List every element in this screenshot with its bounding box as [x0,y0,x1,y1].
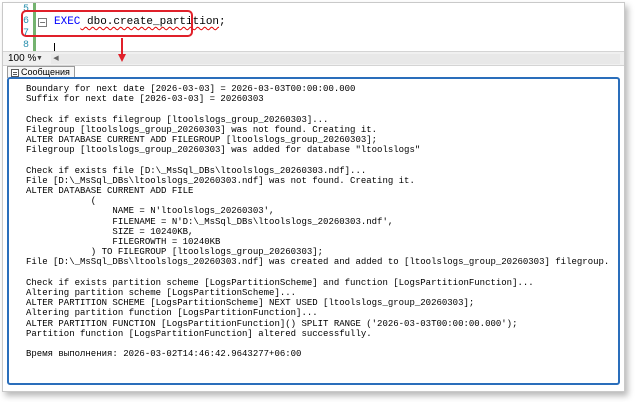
message-line [26,104,609,114]
messages-icon [11,68,19,77]
line-number: 8 [22,40,29,51]
query-editor[interactable]: 5 6 7 8 − EXEC dbo.create_partition; [3,3,624,51]
message-line [26,155,609,165]
message-line: Filegroup [ltoolslogs_group_20260303] wa… [26,124,378,135]
message-line: ALTER PARTITION FUNCTION [LogsPartitionF… [26,318,518,329]
text-cursor [54,43,55,51]
messages-output: Boundary for next date [2026-03-03] = 20… [26,84,609,359]
message-line: ALTER DATABASE CURRENT ADD FILEGROUP [lt… [26,135,378,146]
message-line: File [D:\_MsSql_DBs\ltoolslogs_20260303.… [26,257,610,268]
editor-status-strip: 100 % ▼ ◀ [3,51,624,66]
message-line: Altering partition scheme [LogsPartition… [26,288,297,299]
message-line: Check if exists file [D:\_MsSql_DBs\ltoo… [26,165,367,176]
message-line [26,268,609,278]
message-line: FILEGROWTH = 10240KB [26,237,221,248]
message-line: NAME = N'ltoolslogs_20260303', [26,206,275,217]
horizontal-scrollbar[interactable]: ◀ [51,54,620,64]
message-line: Altering partition function [LogsPartiti… [26,308,318,319]
highlight-box-exec [21,10,193,37]
message-line: SIZE = 10240KB, [26,226,194,237]
message-line: FILENAME = N'D:\_MsSql_DBs\ltoolslogs_20… [26,216,394,227]
ssms-query-window: 5 6 7 8 − EXEC dbo.create_partition; 100… [2,2,625,392]
zoom-level[interactable]: 100 % [8,53,36,64]
message-line [26,339,609,349]
message-line: ALTER PARTITION SCHEME [LogsPartitionSch… [26,298,475,309]
message-line: Partition function [LogsPartitionFunctio… [26,328,372,339]
message-line: Время выполнения: 2026-03-02T14:46:42.96… [26,349,302,360]
scroll-left-icon[interactable]: ◀ [51,54,61,64]
message-line: Filegroup [ltoolslogs_group_20260303] wa… [26,145,421,156]
message-line: Boundary for next date [2026-03-03] = 20… [26,84,356,94]
message-line: File [D:\_MsSql_DBs\ltoolslogs_20260303.… [26,175,415,186]
message-line: ( [26,196,97,207]
messages-pane[interactable]: Boundary for next date [2026-03-03] = 20… [7,77,620,385]
message-line: Suffix for next date [2026-03-03] = 2026… [26,94,264,105]
message-line: ) TO FILEGROUP [ltoolslogs_group_2026030… [26,247,324,258]
statement-terminator: ; [219,16,226,28]
message-line: Check if exists filegroup [ltoolslogs_gr… [26,114,329,125]
chevron-down-icon[interactable]: ▼ [36,55,43,62]
message-line: Check if exists partition scheme [LogsPa… [26,277,534,288]
message-line: ALTER DATABASE CURRENT ADD FILE [26,186,194,197]
